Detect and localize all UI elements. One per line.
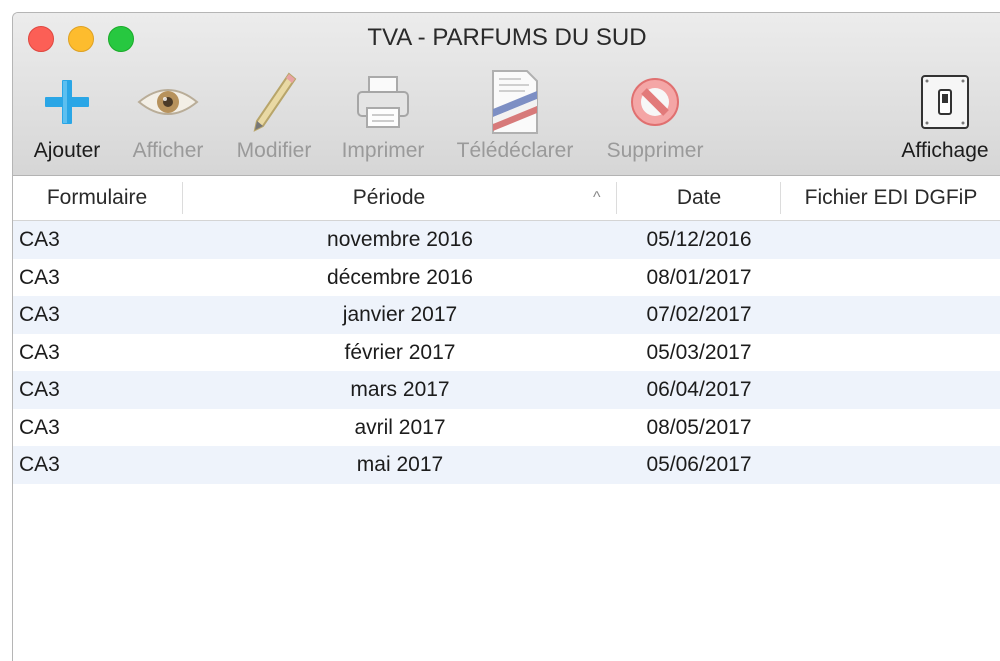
- column-header-date[interactable]: Date: [617, 176, 781, 220]
- view-button[interactable]: Afficher: [123, 67, 213, 163]
- cell-formulaire: CA3: [19, 228, 60, 251]
- cell-formulaire: CA3: [19, 303, 60, 326]
- teledeclare-button[interactable]: Télédéclarer: [450, 67, 580, 163]
- tax-form-icon: [450, 67, 580, 137]
- cell-periode: mars 2017: [350, 378, 450, 401]
- cell-formulaire: CA3: [19, 415, 60, 439]
- cell-formulaire: CA3: [19, 340, 60, 364]
- column-header-fichier-edi[interactable]: Fichier EDI DGFiP: [781, 176, 1000, 220]
- window-title: TVA - PARFUMS DU SUD: [367, 24, 647, 51]
- cell-date: 05/12/2016: [646, 228, 752, 251]
- cell-date: 08/01/2017: [646, 265, 752, 289]
- printer-icon: [333, 67, 433, 137]
- title-bar: TVA - PARFUMS DU SUD Ajouter Afficher Mo…: [13, 13, 1000, 176]
- table-row[interactable]: CA3 novembre 2016 05/12/2016: [13, 221, 1000, 259]
- cell-date: 08/05/2017: [646, 415, 752, 439]
- cell-periode: novembre 2016: [327, 228, 473, 251]
- view-label: Afficher: [132, 139, 204, 162]
- cell-periode: février 2017: [344, 340, 456, 364]
- app-window: TVA - PARFUMS DU SUD Ajouter Afficher Mo…: [12, 12, 1000, 661]
- table-body: CA3 novembre 2016 05/12/2016 CA3 décembr…: [13, 221, 1000, 484]
- cell-formulaire: CA3: [19, 265, 60, 289]
- cell-periode: janvier 2017: [342, 303, 458, 326]
- table-row[interactable]: CA3 mai 2017 05/06/2017: [13, 446, 1000, 484]
- teledeclare-label: Télédéclarer: [456, 139, 574, 162]
- print-label: Imprimer: [341, 139, 425, 162]
- edit-button[interactable]: Modifier: [228, 67, 320, 163]
- cell-date: 05/06/2017: [646, 453, 752, 476]
- table-row[interactable]: CA3 février 2017 05/03/2017: [13, 334, 1000, 372]
- table-row[interactable]: CA3 décembre 2016 08/01/2017: [13, 259, 1000, 297]
- add-label: Ajouter: [33, 139, 101, 162]
- add-button[interactable]: Ajouter: [27, 67, 107, 163]
- eye-icon: [123, 67, 213, 137]
- cell-date: 05/03/2017: [646, 340, 752, 364]
- cell-date: 06/04/2017: [646, 378, 752, 401]
- table-row[interactable]: CA3 mars 2017 06/04/2017: [13, 371, 1000, 409]
- column-header-periode[interactable]: Période: [183, 176, 595, 220]
- delete-label: Supprimer: [606, 139, 704, 162]
- display-button[interactable]: Affichage: [889, 67, 1000, 163]
- cell-periode: avril 2017: [354, 415, 446, 439]
- print-button[interactable]: Imprimer: [333, 67, 433, 163]
- cell-formulaire: CA3: [19, 453, 60, 476]
- prohibited-icon: [599, 67, 711, 137]
- cell-date: 07/02/2017: [646, 303, 752, 326]
- cell-formulaire: CA3: [19, 378, 60, 401]
- table-row[interactable]: CA3 avril 2017 08/05/2017: [13, 409, 1000, 447]
- cell-periode: décembre 2016: [327, 265, 473, 289]
- toggle-switch-icon: [889, 67, 1000, 137]
- plus-icon: [27, 67, 107, 137]
- delete-button[interactable]: Supprimer: [599, 67, 711, 163]
- sort-ascending-icon: ^: [593, 189, 601, 206]
- edit-label: Modifier: [236, 139, 312, 162]
- column-header-formulaire[interactable]: Formulaire: [13, 176, 181, 220]
- pencil-icon: [228, 67, 320, 137]
- display-label: Affichage: [901, 139, 989, 162]
- cell-periode: mai 2017: [356, 453, 444, 476]
- table-header: Formulaire Période ^ Date Fichier EDI DG…: [13, 176, 1000, 221]
- table-row[interactable]: CA3 janvier 2017 07/02/2017: [13, 296, 1000, 334]
